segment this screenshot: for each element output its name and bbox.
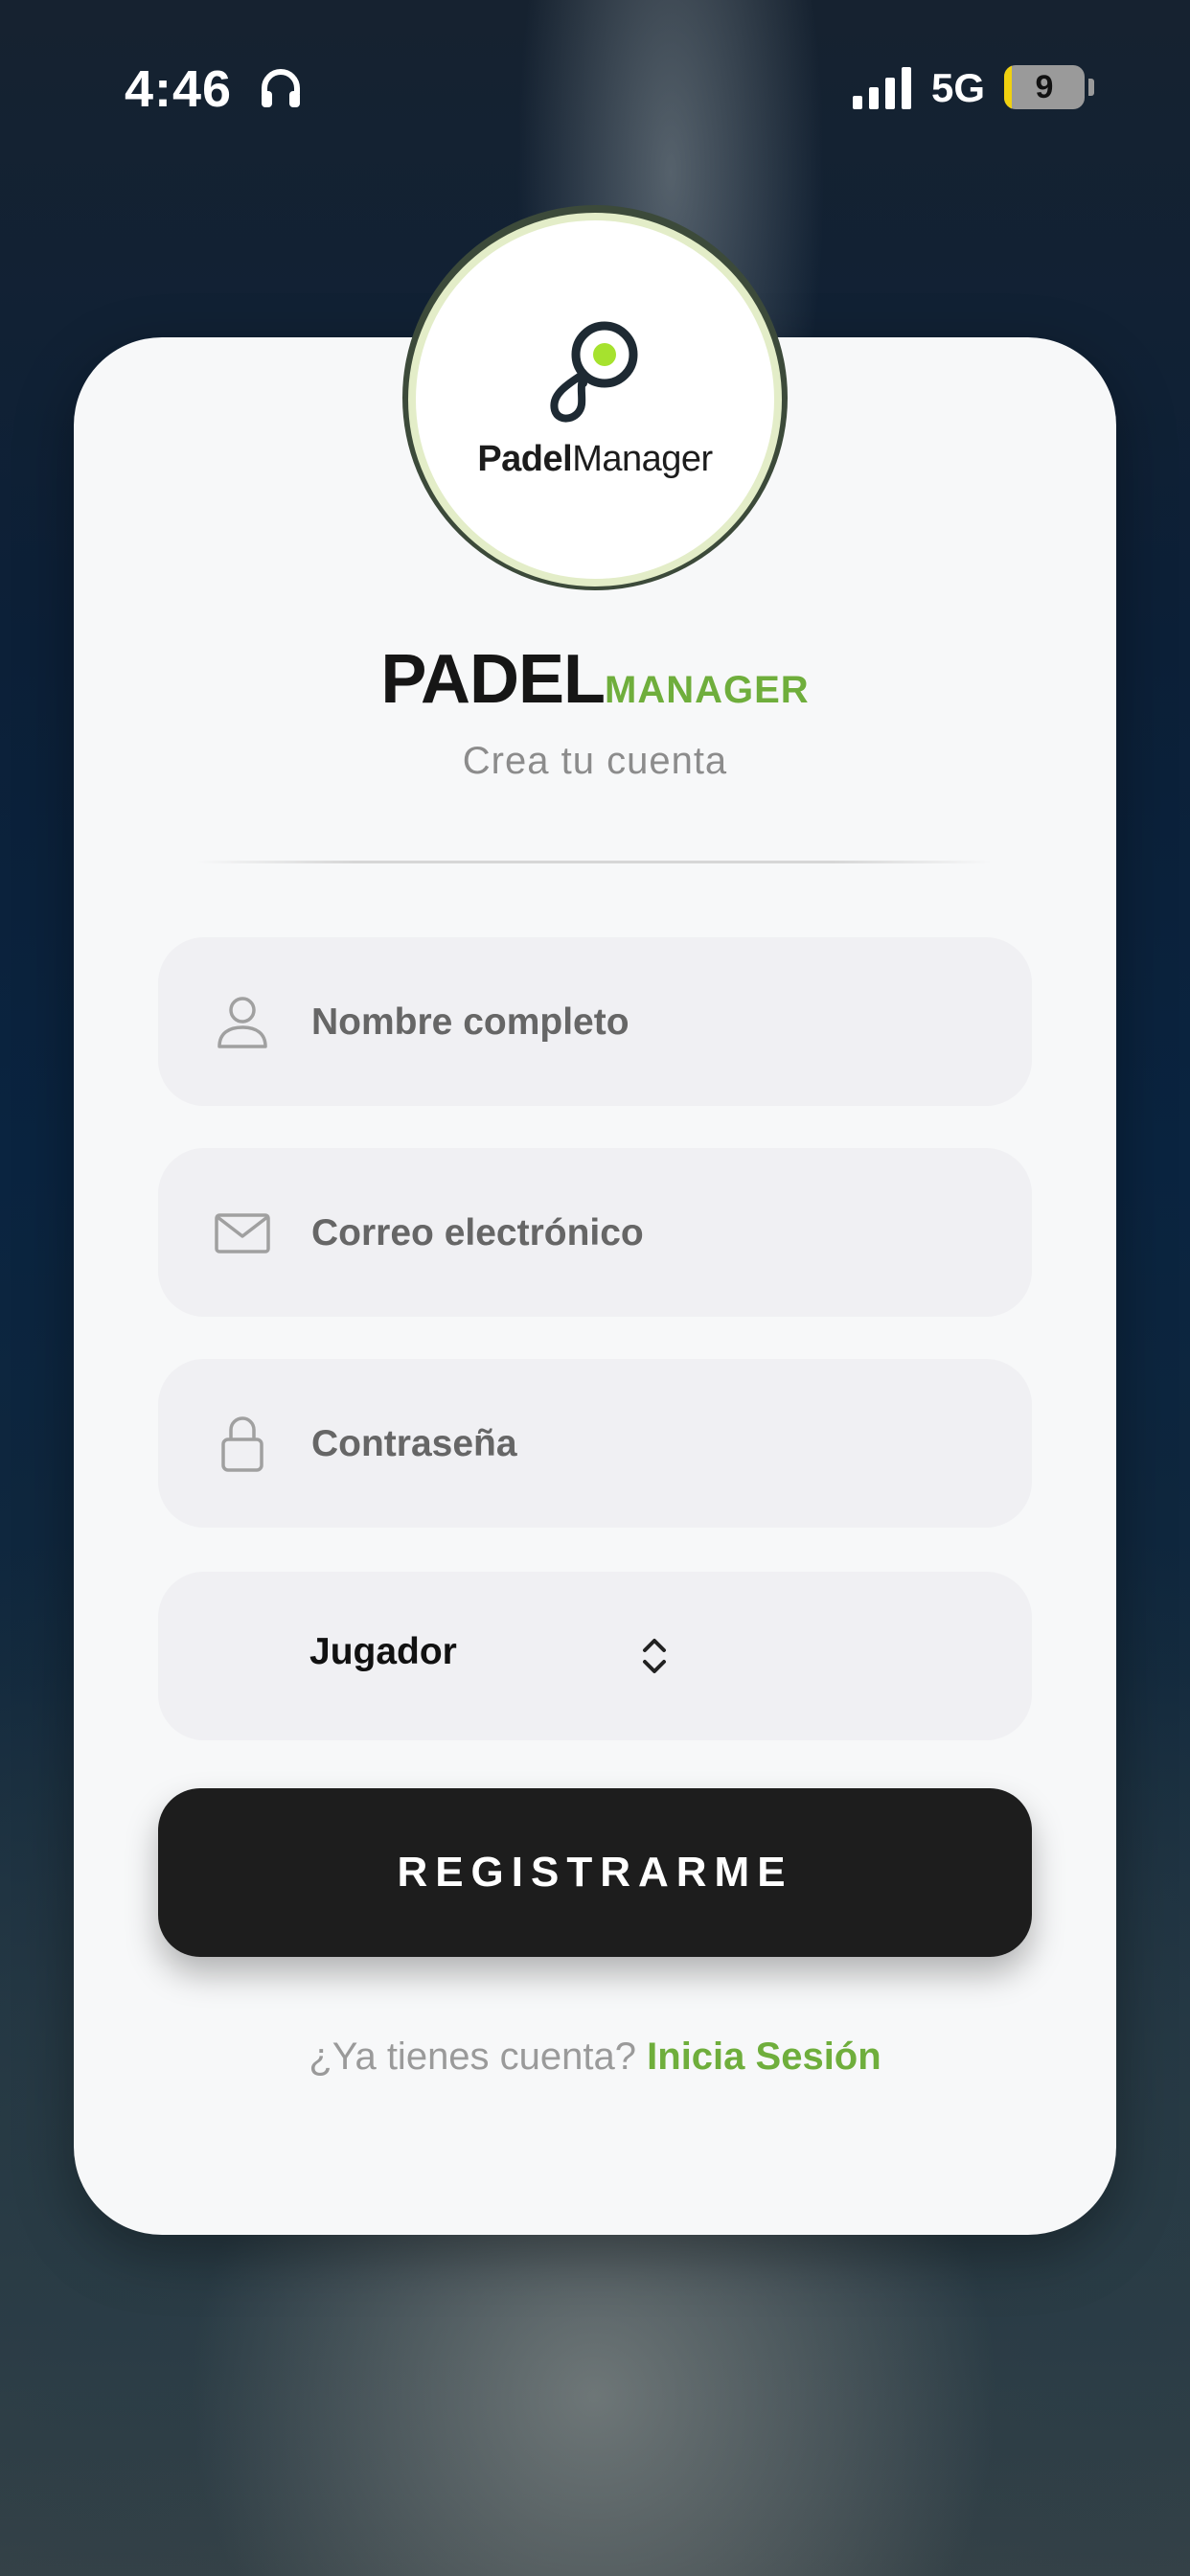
battery-tip <box>1088 79 1094 96</box>
name-field[interactable] <box>158 937 1032 1106</box>
brand-title: PADELMANAGER <box>0 640 1190 719</box>
signal-icon <box>853 67 911 109</box>
role-select[interactable]: Jugador <box>158 1572 1032 1740</box>
logo-wordmark: PadelManager <box>477 439 713 479</box>
brand-title-secondary: MANAGER <box>605 669 810 711</box>
password-input[interactable] <box>309 1397 984 1491</box>
network-type: 5G <box>931 65 986 110</box>
brand-title-primary: PADEL <box>380 641 606 718</box>
email-input[interactable] <box>309 1186 984 1280</box>
lock-icon <box>221 1416 263 1472</box>
login-link[interactable]: Inicia Sesión <box>647 2036 881 2078</box>
login-prompt: ¿Ya tienes cuenta? Inicia Sesión <box>0 2036 1190 2079</box>
login-question: ¿Ya tienes cuenta? <box>309 2036 637 2078</box>
headphones-icon <box>262 69 300 107</box>
name-input[interactable] <box>309 976 984 1070</box>
mail-icon <box>215 1213 270 1254</box>
chevron-updown-icon <box>643 1639 666 1673</box>
role-select-value: Jugador <box>309 1631 457 1672</box>
divider <box>196 861 992 863</box>
page-subtitle: Crea tu cuenta <box>462 740 728 782</box>
status-time: 4:46 <box>125 60 233 118</box>
password-field[interactable] <box>158 1359 1032 1528</box>
app-logo: PadelManager <box>408 213 782 586</box>
email-field[interactable] <box>158 1148 1032 1317</box>
status-bar: 4:46 5G 9 <box>0 0 1190 172</box>
battery-percent: 9 <box>1035 68 1054 105</box>
register-button[interactable]: REGISTRARME <box>158 1788 1032 1957</box>
padel-racket-icon <box>550 321 638 423</box>
user-icon <box>217 997 267 1048</box>
battery-icon: 9 <box>1004 65 1085 109</box>
